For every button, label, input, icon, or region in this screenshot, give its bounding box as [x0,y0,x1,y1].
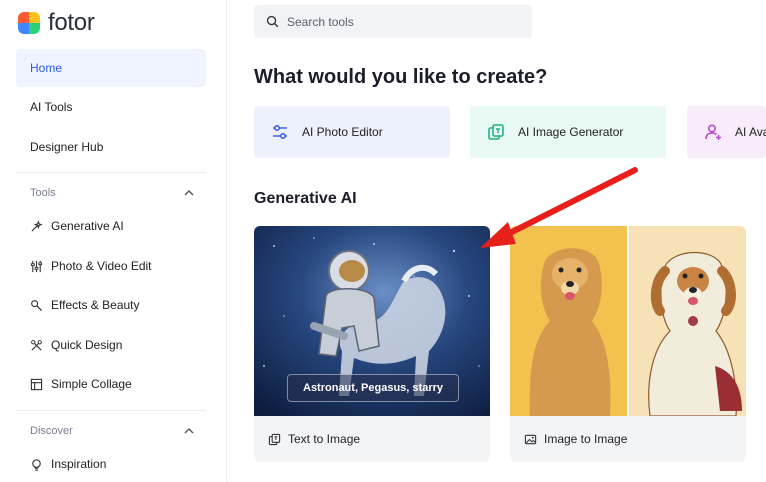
nav-item-ai-tools[interactable]: AI Tools [16,88,206,126]
discover-section-header[interactable]: Discover [30,425,195,437]
sliders-icon [30,260,43,272]
quick-action-ai-photo-editor[interactable]: AI Photo Editor [254,106,450,158]
text-to-image-icon [268,433,281,445]
card-label: Image to Image [524,432,627,446]
card-image-to-image[interactable]: Image to Image [510,226,746,462]
design-icon [31,339,42,351]
image-generator-icon [488,124,504,140]
sidebar-divider [16,172,206,173]
brand-name: fotor [48,9,95,36]
quick-action-ai-avatar[interactable]: AI Ava [687,106,766,158]
sidebar-item-generative-ai[interactable]: Generative AI [30,219,124,233]
image-to-image-icon [524,434,537,444]
chevron-up-icon [184,190,194,196]
card-label: Text to Image [268,432,360,446]
tools-section-header[interactable]: Tools [30,187,195,199]
search-icon [266,15,279,28]
sidebar-item-inspiration[interactable]: Inspiration [30,457,106,471]
quick-action-ai-image-generator[interactable]: AI Image Generator [470,106,666,158]
tools-section-label: Tools [30,187,56,199]
dog-image-comparison [510,226,746,416]
sparkle-icon [31,219,43,232]
brand-logo[interactable]: fotor [18,9,95,37]
sidebar-item-simple-collage[interactable]: Simple Collage [30,377,132,391]
page-title: What would you like to create? [254,66,548,88]
wand-icon [31,299,43,311]
sidebar-item-photo-video-edit[interactable]: Photo & Video Edit [30,259,152,273]
sidebar-item-effects-beauty[interactable]: Effects & Beauty [30,298,140,312]
sidebar-divider [16,410,206,411]
card-text-to-image[interactable]: Astronaut, Pegasus, starry Text to Image [254,226,490,462]
nav-item-home[interactable]: Home [16,49,206,87]
section-title-generative-ai: Generative AI [254,190,357,207]
prompt-chip: Astronaut, Pegasus, starry [287,374,459,402]
sidebar-item-quick-design[interactable]: Quick Design [30,338,122,352]
collage-icon [30,378,43,390]
fotor-logo-icon [18,12,40,34]
search-input[interactable]: Search tools [287,15,354,29]
chevron-up-icon [184,428,194,434]
bulb-icon [32,458,41,471]
search-bar[interactable]: Search tools [254,5,532,38]
nav-item-designer-hub[interactable]: Designer Hub [16,128,206,166]
sidebar: fotor Home AI Tools Designer Hub Tools G… [0,0,227,482]
avatar-add-icon [705,124,721,140]
discover-section-label: Discover [30,425,73,437]
adjust-icon [273,124,287,140]
